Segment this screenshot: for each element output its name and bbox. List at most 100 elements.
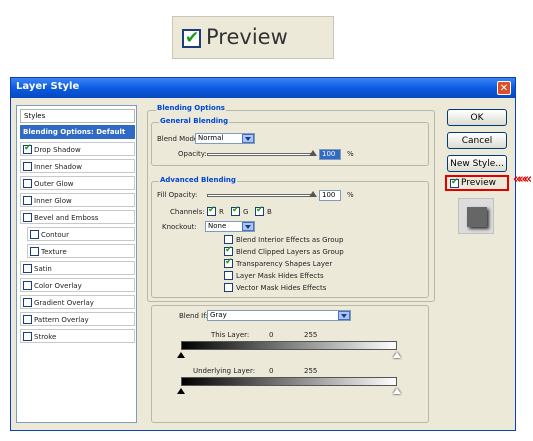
- sidebar-item-satin[interactable]: Satin: [20, 261, 135, 275]
- underlying-layer-low: 0: [269, 367, 273, 375]
- styles-header[interactable]: Styles: [20, 109, 135, 123]
- title-bar[interactable]: Layer Style ✕: [11, 78, 515, 98]
- preview-zoom-label: Preview: [206, 25, 288, 49]
- ok-button[interactable]: OK: [447, 109, 507, 126]
- checkmark-icon: ✔: [232, 206, 240, 215]
- pattern-overlay-checkbox[interactable]: [23, 315, 32, 324]
- preview-checkbox[interactable]: ✔: [450, 179, 459, 188]
- sidebar-item-inner-shadow[interactable]: Inner Shadow: [20, 159, 135, 173]
- callout-arrows-icon: «««: [513, 172, 533, 187]
- channel-g-checkbox[interactable]: ✔: [231, 207, 240, 216]
- channel-r-checkbox[interactable]: ✔: [207, 207, 216, 216]
- layer-mask-hides-label: Layer Mask Hides Effects: [236, 272, 324, 280]
- blend-clipped-label: Blend Clipped Layers as Group: [236, 248, 344, 256]
- drop-shadow-checkbox[interactable]: ✔: [23, 145, 32, 154]
- this-layer-low: 0: [269, 331, 273, 339]
- general-blending-group: [151, 122, 429, 166]
- blend-mode-select[interactable]: Normal: [195, 133, 255, 144]
- blend-interior-checkbox[interactable]: [224, 235, 233, 244]
- sidebar-item-pattern-overlay[interactable]: Pattern Overlay: [20, 312, 135, 326]
- sidebar-item-stroke[interactable]: Stroke: [20, 329, 135, 343]
- this-layer-gradient: [181, 341, 397, 350]
- underlying-layer-label: Underlying Layer:: [193, 367, 255, 375]
- cancel-button[interactable]: Cancel: [447, 132, 507, 149]
- new-style-button[interactable]: New Style...: [447, 155, 507, 172]
- transparency-shapes-label: Transparency Shapes Layer: [236, 260, 332, 268]
- fill-opacity-label: Fill Opacity:: [157, 191, 197, 199]
- sidebar-item-contour[interactable]: Contour: [27, 227, 135, 241]
- channel-b-label: B: [267, 208, 272, 216]
- fill-opacity-input[interactable]: 100: [319, 190, 341, 201]
- knockout-label: Knockout:: [162, 223, 197, 231]
- transparency-shapes-checkbox[interactable]: ✔: [224, 259, 233, 268]
- blending-options-title: Blending Options: [156, 104, 226, 112]
- sidebar-item-gradient-overlay[interactable]: Gradient Overlay: [20, 295, 135, 309]
- checkmark-icon: ✔: [24, 144, 32, 153]
- texture-checkbox[interactable]: [30, 247, 39, 256]
- this-layer-black-thumb[interactable]: [177, 352, 185, 358]
- sidebar-item-texture[interactable]: Texture: [27, 244, 135, 258]
- layer-mask-hides-checkbox[interactable]: [224, 271, 233, 280]
- channel-r-label: R: [219, 208, 224, 216]
- vector-mask-hides-label: Vector Mask Hides Effects: [236, 284, 326, 292]
- inner-shadow-checkbox[interactable]: [23, 162, 32, 171]
- dialog-title: Layer Style: [16, 81, 79, 92]
- this-layer-high: 255: [304, 331, 317, 339]
- general-blending-title: General Blending: [159, 117, 229, 125]
- sidebar-item-drop-shadow[interactable]: ✔ Drop Shadow: [20, 142, 135, 156]
- preview-square: [467, 207, 487, 227]
- fill-opacity-slider[interactable]: [207, 194, 313, 197]
- stroke-checkbox[interactable]: [23, 332, 32, 341]
- blend-if-select[interactable]: Gray: [207, 310, 351, 321]
- underlying-black-thumb[interactable]: [177, 388, 185, 394]
- contour-checkbox[interactable]: [30, 230, 39, 239]
- color-overlay-checkbox[interactable]: [23, 281, 32, 290]
- chevron-down-icon: [242, 134, 254, 143]
- underlying-white-thumb[interactable]: [393, 388, 401, 394]
- satin-checkbox[interactable]: [23, 264, 32, 273]
- outer-glow-checkbox[interactable]: [23, 179, 32, 188]
- sidebar-item-color-overlay[interactable]: Color Overlay: [20, 278, 135, 292]
- opacity-input[interactable]: 100: [319, 149, 341, 160]
- close-button[interactable]: ✕: [497, 81, 511, 95]
- channel-b-checkbox[interactable]: ✔: [255, 207, 264, 216]
- preview-zoom-checkbox[interactable]: ✔: [182, 29, 201, 48]
- inner-glow-checkbox[interactable]: [23, 196, 32, 205]
- underlying-layer-gradient: [181, 377, 397, 386]
- sidebar-item-outer-glow[interactable]: Outer Glow: [20, 176, 135, 190]
- checkmark-icon: ✔: [225, 246, 233, 255]
- blend-interior-label: Blend Interior Effects as Group: [236, 236, 343, 244]
- blend-if-group: [151, 305, 429, 423]
- sidebar-item-inner-glow[interactable]: Inner Glow: [20, 193, 135, 207]
- advanced-blending-title: Advanced Blending: [159, 176, 237, 184]
- vector-mask-hides-checkbox[interactable]: [224, 283, 233, 292]
- checkmark-icon: ✔: [256, 206, 264, 215]
- checkmark-icon: ✔: [451, 178, 459, 187]
- opacity-label: Opacity:: [178, 150, 207, 158]
- preview-zoom-callout: ✔ Preview: [172, 16, 334, 59]
- sidebar-item-bevel-emboss[interactable]: Bevel and Emboss: [20, 210, 135, 224]
- blend-clipped-checkbox[interactable]: ✔: [224, 247, 233, 256]
- close-icon: ✕: [500, 83, 508, 94]
- checkmark-icon: ✔: [185, 28, 199, 48]
- bevel-emboss-checkbox[interactable]: [23, 213, 32, 222]
- chevron-down-icon: [242, 222, 254, 231]
- opacity-unit: %: [347, 150, 354, 158]
- channel-g-label: G: [243, 208, 248, 216]
- checkmark-icon: ✔: [208, 206, 216, 215]
- style-preview-swatch: [458, 198, 494, 234]
- gradient-overlay-checkbox[interactable]: [23, 298, 32, 307]
- layer-style-dialog: Layer Style ✕ Styles Blending Options: D…: [10, 77, 516, 431]
- checkmark-icon: ✔: [225, 258, 233, 267]
- sidebar-item-blending-options[interactable]: Blending Options: Default: [20, 125, 135, 139]
- this-layer-label: This Layer:: [211, 331, 249, 339]
- this-layer-white-thumb[interactable]: [393, 352, 401, 358]
- opacity-slider[interactable]: [207, 153, 313, 156]
- fill-opacity-unit: %: [347, 191, 354, 199]
- fill-opacity-slider-thumb[interactable]: [309, 191, 317, 197]
- preview-label: Preview: [461, 178, 496, 188]
- chevron-down-icon: [338, 311, 350, 320]
- opacity-slider-thumb[interactable]: [309, 150, 317, 156]
- knockout-select[interactable]: None: [205, 221, 255, 232]
- styles-sidebar: Styles Blending Options: Default ✔ Drop …: [16, 105, 137, 423]
